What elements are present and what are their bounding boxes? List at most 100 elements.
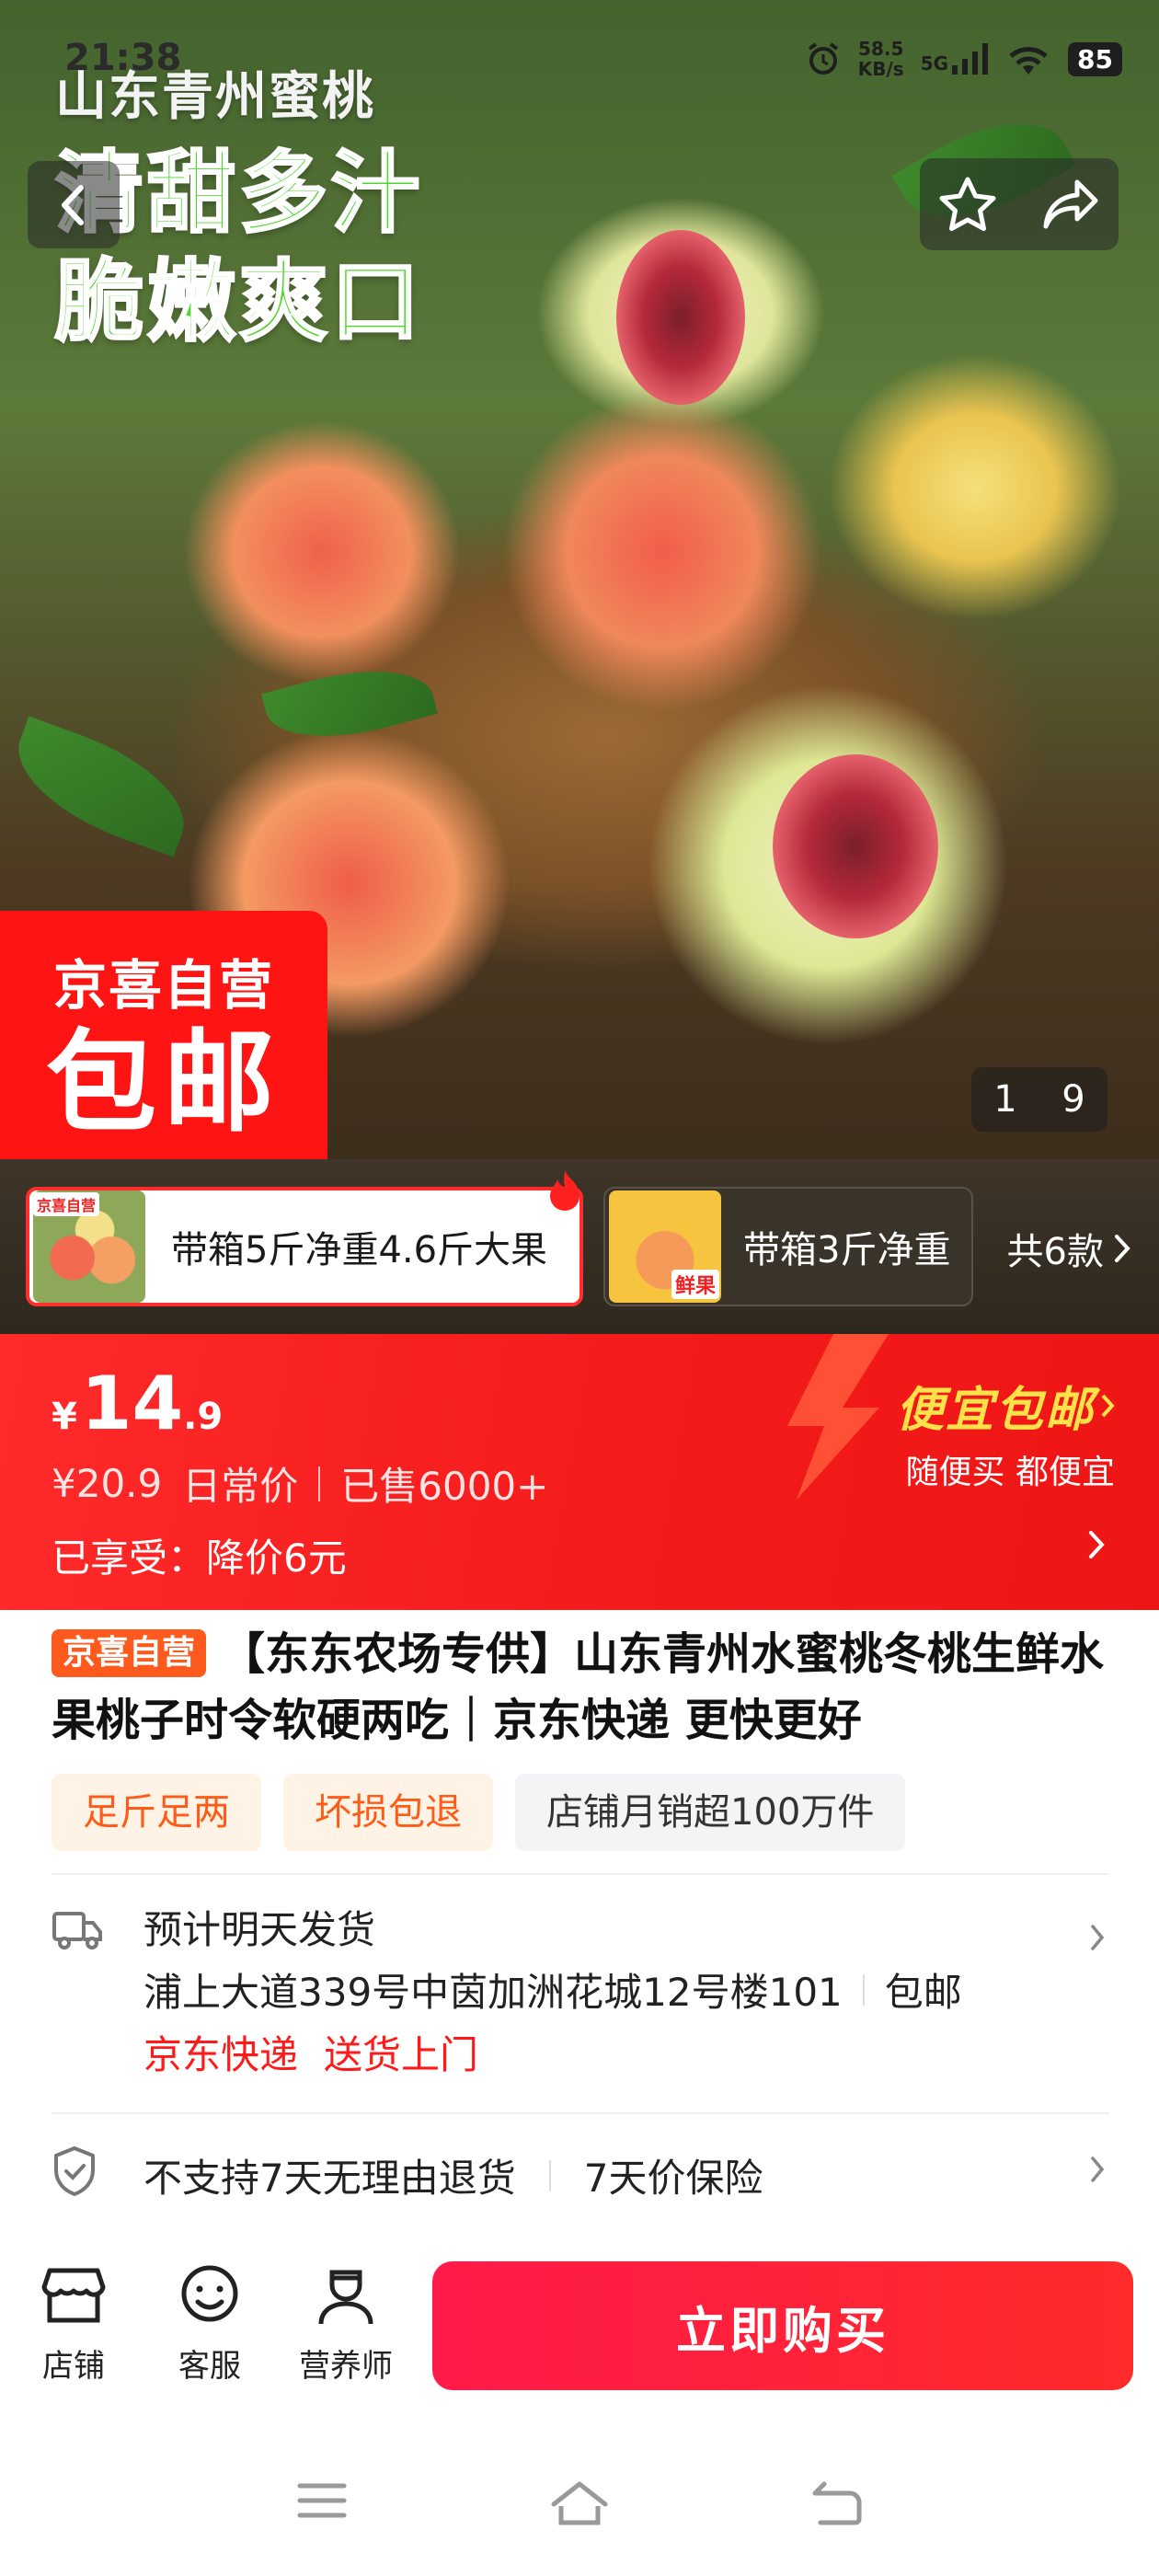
divider bbox=[52, 2112, 1109, 2114]
store-button[interactable]: 店铺 bbox=[18, 2265, 129, 2386]
shipping-fee: 包邮 bbox=[884, 1970, 962, 2015]
home-icon[interactable] bbox=[548, 2478, 611, 2528]
peach-pit bbox=[616, 230, 745, 405]
share-icon[interactable] bbox=[1040, 177, 1101, 232]
price-protection: 7天价保险 bbox=[583, 2156, 763, 2201]
promo-subtitle: 随便买 都便宜 bbox=[905, 1454, 1115, 1491]
customer-service-button[interactable]: 客服 bbox=[155, 2265, 265, 2386]
chevron-left-icon bbox=[62, 184, 84, 225]
delivery-carrier-row: 京东快递 送货上门 bbox=[143, 2024, 478, 2080]
sold-count: 已售6000+ bbox=[340, 1464, 549, 1509]
variant-thumbnail-tag: 京喜自营 bbox=[33, 1192, 100, 1216]
price-currency: ¥ bbox=[52, 1396, 77, 1438]
variant-option-selected[interactable]: 京喜自营 带箱5斤净重4.6斤大果 bbox=[26, 1187, 583, 1306]
tag-full-weight: 足斤足两 bbox=[52, 1774, 261, 1851]
image-counter: 1 9 bbox=[971, 1067, 1107, 1132]
applied-discount[interactable]: 已享受：降价6元 bbox=[52, 1527, 347, 1583]
wifi-icon bbox=[1009, 47, 1048, 75]
shield-check-icon bbox=[54, 2146, 95, 2196]
status-bar: 21:38 58.5 KB/s 5G 85 bbox=[0, 0, 1159, 120]
network-type-label: 5G bbox=[920, 52, 949, 75]
tag-damage-refund: 坏损包退 bbox=[283, 1774, 493, 1851]
chevron-right-icon bbox=[1091, 2156, 1105, 2182]
status-indicators: 58.5 KB/s 5G 85 bbox=[805, 39, 1122, 79]
chevron-right-icon bbox=[1089, 1531, 1105, 1558]
chevron-right-icon bbox=[1091, 1925, 1105, 1950]
divider bbox=[548, 2159, 551, 2191]
store-icon bbox=[41, 2268, 106, 2323]
all-variants-link[interactable]: 共6款 bbox=[1007, 1222, 1131, 1275]
return-policy: 不支持7天无理由退货 bbox=[143, 2156, 516, 2201]
nutritionist-label: 营养师 bbox=[299, 2348, 393, 2385]
truck-icon bbox=[52, 1912, 102, 1949]
network-speed-value: 58.5 bbox=[858, 38, 904, 60]
alarm-icon bbox=[808, 42, 838, 75]
daily-price-label: 日常价 bbox=[182, 1464, 299, 1509]
promo-title-text: 便宜包邮 bbox=[895, 1383, 1095, 1438]
hot-flame-icon bbox=[550, 1170, 580, 1211]
delivery-estimate: 预计明天发货 bbox=[143, 1907, 376, 1952]
delivery-service: 送货上门 bbox=[324, 2032, 479, 2077]
status-time: 21:38 bbox=[64, 37, 182, 79]
divider bbox=[318, 1466, 321, 1501]
daily-price: ¥20.9 bbox=[52, 1461, 163, 1506]
store-label: 店铺 bbox=[42, 2348, 105, 2385]
product-title-text: 【东东农场专供】山东青州水蜜桃冬桃生鲜水果桃子时令软硬两吃｜京东快递 更快更好 bbox=[52, 1628, 1105, 1746]
star-icon[interactable] bbox=[937, 175, 998, 234]
price-banner: ¥ 14 .9 ¥20.9 日常价 已售6000+ 已享受：降价6元 便宜包邮 … bbox=[0, 1334, 1159, 1610]
delivery-address: 浦上大道339号中茵加洲花城12号楼101 bbox=[143, 1970, 843, 2015]
bottom-action-bar: 店铺 客服 营养师 立即购买 bbox=[0, 2245, 1159, 2390]
variant-label: 带箱5斤净重4.6斤大果 bbox=[171, 1229, 548, 1271]
delivery-address-row: 浦上大道339号中茵加洲花城12号楼101 包邮 bbox=[143, 1961, 962, 2018]
favorite-share-group bbox=[920, 158, 1119, 250]
chat-smile-icon bbox=[181, 2265, 238, 2322]
promo-title: 便宜包邮 bbox=[896, 1371, 1115, 1440]
nutritionist-button[interactable]: 营养师 bbox=[291, 2265, 401, 2386]
variant-label: 带箱3斤净重 bbox=[743, 1229, 951, 1271]
buy-now-button[interactable]: 立即购买 bbox=[432, 2261, 1133, 2390]
promo-badge: 京喜自营 包邮 bbox=[0, 911, 327, 1159]
return-policy-row[interactable]: 不支持7天无理由退货 7天价保险 bbox=[52, 2134, 1109, 2208]
divider bbox=[862, 1973, 865, 2006]
return-policy-text: 不支持7天无理由退货 7天价保险 bbox=[143, 2147, 763, 2203]
back-nav-icon[interactable] bbox=[809, 2478, 865, 2526]
variant-thumbnail: 京喜自营 bbox=[33, 1190, 145, 1303]
peach-pit bbox=[773, 754, 938, 938]
network-speed: 58.5 KB/s bbox=[858, 39, 904, 79]
carrier: 京东快递 bbox=[143, 2032, 299, 2077]
battery-indicator: 85 bbox=[1068, 41, 1122, 76]
tag-monthly-sales: 店铺月销超100万件 bbox=[515, 1774, 906, 1851]
network-speed-unit: KB/s bbox=[857, 58, 904, 80]
system-navigation-bar bbox=[0, 2438, 1159, 2576]
variant-selector: 京喜自营 带箱5斤净重4.6斤大果 鲜果 带箱3斤净重 共6款 bbox=[0, 1159, 1159, 1334]
chevron-right-icon bbox=[1101, 1394, 1115, 1417]
price-decimal: .9 bbox=[183, 1396, 224, 1438]
hero-headline-2: 脆嫩爽口 bbox=[54, 249, 423, 355]
product-tags: 足斤足两 坏损包退 店铺月销超100万件 bbox=[52, 1774, 906, 1851]
leaf-decoration bbox=[0, 716, 202, 857]
cheap-shipping-promo[interactable]: 便宜包邮 随便买 都便宜 bbox=[896, 1371, 1115, 1493]
menu-icon[interactable] bbox=[296, 2478, 348, 2523]
variant-option[interactable]: 鲜果 带箱3斤净重 bbox=[603, 1187, 973, 1306]
price-integer: 14 bbox=[80, 1361, 184, 1446]
network-type: 5G bbox=[921, 43, 989, 75]
back-button[interactable] bbox=[28, 161, 120, 248]
divider bbox=[52, 1873, 1109, 1875]
chevron-right-icon bbox=[1115, 1235, 1130, 1262]
leaf-decoration bbox=[261, 650, 438, 757]
promo-badge-line-2: 包邮 bbox=[46, 1019, 281, 1147]
image-counter-total: 9 bbox=[1061, 1078, 1085, 1121]
current-price: ¥ 14 .9 bbox=[52, 1367, 223, 1441]
customer-service-label: 客服 bbox=[178, 2348, 241, 2385]
promo-badge-line-1: 京喜自营 bbox=[52, 954, 274, 1017]
product-title: 京喜自营 【东东农场专供】山东青州水蜜桃冬桃生鲜水果桃子时令软硬两吃｜京东快递 更… bbox=[52, 1621, 1109, 1754]
nutritionist-icon bbox=[318, 2270, 373, 2325]
variant-thumbnail-tag: 鲜果 bbox=[671, 1270, 719, 1299]
variant-total-label: 共6款 bbox=[1006, 1231, 1104, 1273]
price-details: ¥20.9 日常价 已售6000+ bbox=[52, 1455, 548, 1512]
self-operated-badge: 京喜自营 bbox=[52, 1629, 207, 1677]
signal-icon bbox=[952, 43, 989, 75]
variant-thumbnail: 鲜果 bbox=[609, 1190, 721, 1303]
delivery-section[interactable]: 预计明天发货 浦上大道339号中茵加洲花城12号楼101 包邮 京东快递 送货上… bbox=[52, 1895, 1109, 2107]
lightning-bolt-decoration bbox=[787, 1334, 889, 1500]
